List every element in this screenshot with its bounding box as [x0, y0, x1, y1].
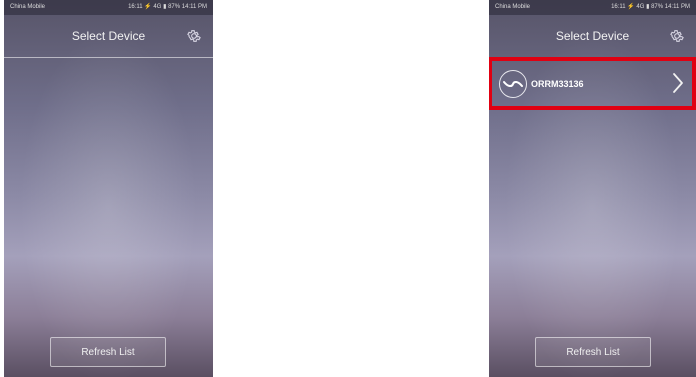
refresh-list-button[interactable]: Refresh List — [535, 337, 651, 367]
page-title: Select Device — [71, 29, 146, 43]
title-bar: Select Device — [489, 15, 696, 57]
refresh-list-button[interactable]: Refresh List — [50, 337, 166, 367]
page-title: Select Device — [555, 29, 630, 43]
right-screen: China Mobile 16:11 ⚡ 4G ▮ 87% 14:11 PM S… — [489, 0, 696, 377]
carrier-text: China Mobile — [495, 4, 531, 10]
selection-highlight — [489, 57, 696, 110]
status-bar: China Mobile 16:11 ⚡ 4G ▮ 87% 14:11 PM — [4, 0, 213, 15]
header-divider — [4, 57, 213, 58]
carrier-text: China Mobile — [10, 4, 46, 10]
status-icons-text: 16:11 ⚡ 4G ▮ 87% 14:11 PM — [611, 4, 690, 10]
left-screen: China Mobile 16:11 ⚡ 4G ▮ 87% 14:11 PM S… — [4, 0, 213, 377]
gear-icon[interactable] — [185, 27, 203, 45]
status-icons-text: 16:11 ⚡ 4G ▮ 87% 14:11 PM — [128, 4, 207, 10]
status-bar: China Mobile 16:11 ⚡ 4G ▮ 87% 14:11 PM — [489, 0, 696, 15]
gear-icon[interactable] — [668, 27, 686, 45]
title-bar: Select Device — [4, 15, 213, 57]
